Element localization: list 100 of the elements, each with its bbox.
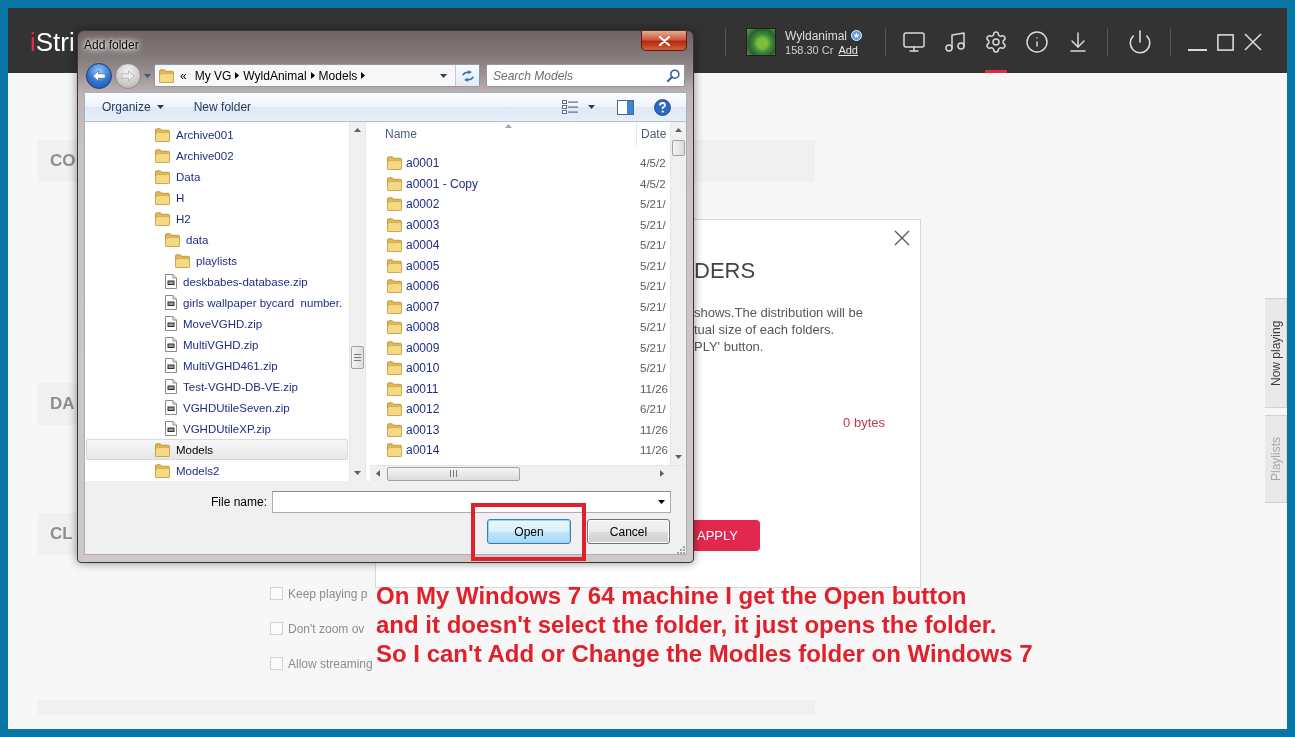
caret-down-icon[interactable]	[588, 105, 595, 109]
chevron-right-icon[interactable]	[361, 72, 366, 79]
tree-item[interactable]: Archive002	[86, 145, 348, 166]
date-cell-text: 5/21/	[639, 218, 666, 231]
list-item[interactable]: a0006	[370, 276, 637, 297]
caret-left-icon[interactable]	[376, 470, 380, 477]
total-size-text: 0 bytes	[843, 414, 885, 431]
music-note-icon[interactable]	[942, 30, 967, 54]
checkbox[interactable]	[270, 587, 283, 600]
tree-item[interactable]: playlists	[86, 250, 348, 271]
breadcrumb-segment[interactable]: My VG	[190, 65, 236, 86]
close-icon[interactable]	[894, 230, 910, 246]
tree-item[interactable]: VGHDUtileXP.zip	[86, 418, 348, 439]
tree-item[interactable]: girls wallpaper bycard number.	[86, 292, 348, 313]
document-icon	[165, 295, 177, 310]
cancel-button[interactable]: Cancel	[587, 519, 670, 544]
refresh-button[interactable]	[455, 65, 479, 86]
document-icon	[165, 400, 177, 415]
tree-item[interactable]: MoveVGHD.zip	[86, 313, 348, 334]
folder-icon	[387, 443, 402, 458]
help-icon[interactable]	[654, 98, 671, 116]
caret-down-icon[interactable]	[156, 105, 164, 109]
tree-item[interactable]: MultiVGHD461.zip	[86, 355, 348, 376]
list-item[interactable]: a0001	[370, 153, 637, 174]
caret-down-icon[interactable]	[658, 500, 665, 504]
list-item[interactable]: a0002	[370, 194, 637, 215]
caret-up-icon[interactable]	[354, 128, 361, 132]
address-bar[interactable]: « My VG WyldAnimal Models	[154, 64, 480, 87]
folder-icon	[387, 381, 402, 396]
scrollbar-thumb[interactable]	[387, 466, 520, 481]
add-credits-link[interactable]: Add	[838, 43, 858, 56]
chevron-right-icon[interactable]	[310, 72, 315, 79]
search-icon[interactable]	[667, 69, 680, 82]
list-item[interactable]: a0009	[370, 337, 637, 358]
vertical-scrollbar[interactable]	[349, 122, 365, 481]
minimize-icon[interactable]	[1187, 49, 1207, 51]
caret-up-icon[interactable]	[675, 128, 682, 132]
tree-item[interactable]: H	[86, 187, 348, 208]
tree-item[interactable]: Test-VGHD-DB-VE.zip	[86, 376, 348, 397]
tree-item[interactable]: data	[86, 229, 348, 250]
list-item[interactable]: a0004	[370, 235, 637, 256]
side-tab[interactable]: Now playing	[1265, 298, 1287, 408]
list-item[interactable]: a0013	[370, 419, 637, 440]
folder-icon	[387, 402, 402, 417]
caret-right-icon[interactable]	[660, 470, 664, 477]
resize-grip-icon[interactable]	[676, 545, 685, 554]
maximize-icon[interactable]	[1216, 33, 1234, 51]
tree-item[interactable]: VGHDUtileSeven.zip	[86, 397, 348, 418]
apply-button[interactable]: APPLY	[694, 520, 760, 551]
tree-item[interactable]: Data	[86, 166, 348, 187]
list-item[interactable]: a0011	[370, 378, 637, 399]
checkbox[interactable]	[270, 622, 283, 635]
close-button[interactable]	[641, 31, 687, 51]
list-item[interactable]: a0014	[370, 440, 637, 461]
file-name-field[interactable]	[272, 491, 671, 513]
folder-icon	[155, 190, 170, 205]
checkbox[interactable]	[270, 657, 283, 670]
breadcrumb-overflow-button[interactable]: «	[176, 65, 191, 86]
info-icon[interactable]	[1024, 30, 1049, 54]
back-button[interactable]	[86, 62, 112, 89]
chevron-right-icon[interactable]	[235, 72, 240, 79]
breadcrumb-segment[interactable]: WyldAnimal	[239, 65, 311, 86]
power-icon[interactable]	[1127, 29, 1153, 55]
search-field[interactable]: Search Models	[486, 64, 685, 87]
arrow-left-icon[interactable]	[92, 69, 106, 82]
avatar-image[interactable]	[746, 28, 777, 56]
command-button[interactable]: New folder	[185, 96, 260, 118]
settings-icon[interactable]	[983, 30, 1008, 54]
list-item[interactable]: a0012	[370, 399, 637, 420]
monitor-icon[interactable]	[901, 30, 926, 54]
list-item[interactable]: a0010	[370, 358, 637, 379]
folder-icon	[387, 279, 402, 294]
folder-icon	[387, 320, 402, 335]
breadcrumb-segment[interactable]: Models	[314, 65, 362, 86]
vertical-scrollbar[interactable]	[670, 122, 686, 465]
scrollbar-thumb[interactable]	[672, 140, 685, 156]
list-item[interactable]: a0001 - Copy	[370, 173, 637, 194]
folder-icon	[387, 258, 402, 273]
date-cell-text: 5/21/	[639, 300, 666, 313]
date-cell-text: 11/26	[639, 444, 668, 457]
section-title: CL	[50, 524, 73, 544]
list-item[interactable]: a0003	[370, 214, 637, 235]
tree-item[interactable]: Archive001	[86, 124, 348, 145]
list-item[interactable]: a0005	[370, 255, 637, 276]
list-item[interactable]: a0008	[370, 317, 637, 338]
scrollbar-thumb[interactable]	[351, 346, 364, 369]
tree-item[interactable]: Models	[86, 439, 348, 460]
date-cell-text: 5/21/	[639, 280, 666, 293]
date-cell-text: 6/21/	[639, 403, 666, 416]
command-button[interactable]: Organize	[94, 96, 172, 118]
list-item[interactable]: a0007	[370, 296, 637, 317]
tree-item[interactable]: deskbabes-database.zip	[86, 271, 348, 292]
tree-item[interactable]: Models2	[86, 460, 348, 481]
tree-item[interactable]: MultiVGHD.zip	[86, 334, 348, 355]
view-list-icon[interactable]	[562, 100, 578, 114]
sort-arrow-icon	[505, 124, 512, 128]
open-button[interactable]: Open	[487, 519, 571, 544]
preview-pane-icon[interactable]	[617, 99, 634, 115]
tree-item[interactable]: H2	[86, 208, 348, 229]
refresh-icon[interactable]	[460, 69, 475, 82]
